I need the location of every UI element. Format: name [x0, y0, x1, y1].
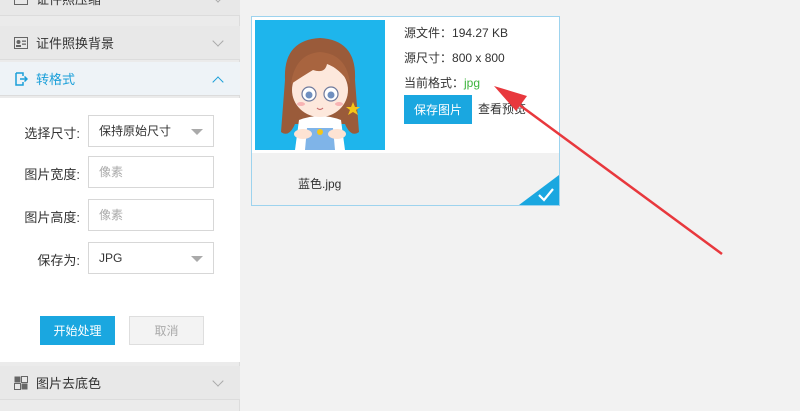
current-format-value: jpg: [464, 76, 481, 90]
cancel-button[interactable]: 取消: [129, 316, 204, 345]
height-row: 图片高度:: [0, 199, 240, 231]
convert-format-panel: 选择尺寸: 保持原始尺寸 图片宽度: 图片高度: 保存为: JPG 开始处理 取…: [0, 98, 240, 362]
sidebar-item-label: 证件照换背景: [36, 36, 115, 51]
cartoon-girl-image: [255, 20, 385, 150]
id-photo-icon: [14, 0, 28, 5]
source-size-value: 800 x 800: [452, 51, 505, 65]
source-size-info: 源尺寸：800 x 800: [404, 49, 505, 66]
width-row: 图片宽度:: [0, 156, 240, 188]
sidebar-item-id-photo-background[interactable]: 证件照换背景: [0, 26, 240, 60]
current-format-label: 当前格式：: [404, 76, 465, 90]
sidebar-item-convert-format[interactable]: 转格式: [0, 62, 240, 96]
id-card-icon: [14, 36, 28, 49]
sidebar-item-label: 转格式: [36, 72, 76, 87]
image-card[interactable]: 源文件：194.27 KB 源尺寸：800 x 800 当前格式：jpg 保存图…: [251, 16, 560, 206]
width-input[interactable]: [88, 156, 214, 188]
size-label: 选择尺寸:: [24, 126, 80, 141]
sidebar-item-id-photo-compress[interactable]: 证件照压缩: [0, 0, 240, 16]
current-format-info: 当前格式：jpg: [404, 74, 480, 91]
chevron-up-icon: [212, 76, 224, 88]
source-size-label: 源尺寸：: [404, 51, 453, 65]
selected-check-icon[interactable]: [519, 175, 559, 205]
sidebar-item-remove-background[interactable]: 图片去底色: [0, 366, 240, 400]
file-name: 蓝色.jpg: [298, 177, 342, 191]
size-select-value: 保持原始尺寸: [99, 124, 172, 138]
format-select[interactable]: JPG: [88, 242, 214, 274]
size-select[interactable]: 保持原始尺寸: [88, 115, 214, 147]
image-thumbnail[interactable]: [255, 20, 385, 150]
remove-bg-icon: [14, 375, 28, 390]
sidebar-item-label: 证件照压缩: [36, 0, 101, 8]
chevron-down-icon: [212, 0, 224, 3]
width-label: 图片宽度:: [24, 167, 80, 182]
chevron-down-icon: [212, 35, 224, 47]
dropdown-arrow-icon: [191, 129, 203, 135]
height-input[interactable]: [88, 199, 214, 231]
save-as-row: 保存为: JPG: [0, 242, 240, 274]
view-preview-link[interactable]: 查看预览: [478, 100, 526, 117]
source-file-value: 194.27 KB: [452, 26, 509, 40]
start-processing-button[interactable]: 开始处理: [40, 316, 115, 345]
format-select-value: JPG: [99, 251, 123, 265]
save-as-label: 保存为:: [37, 253, 80, 268]
size-row: 选择尺寸: 保持原始尺寸: [0, 115, 240, 147]
sidebar-item-label: 图片去底色: [36, 376, 102, 391]
sidebar: 证件照压缩 证件照换背景 转格式 选择尺寸: 保持原始尺寸 图片宽度: 图片高: [0, 0, 240, 411]
source-file-info: 源文件：194.27 KB: [404, 24, 508, 41]
height-label: 图片高度:: [24, 210, 80, 225]
save-image-button[interactable]: 保存图片: [404, 95, 472, 124]
dropdown-arrow-icon: [191, 256, 203, 262]
chevron-down-icon: [212, 375, 224, 387]
source-file-label: 源文件：: [404, 26, 453, 40]
convert-icon: [14, 71, 28, 86]
